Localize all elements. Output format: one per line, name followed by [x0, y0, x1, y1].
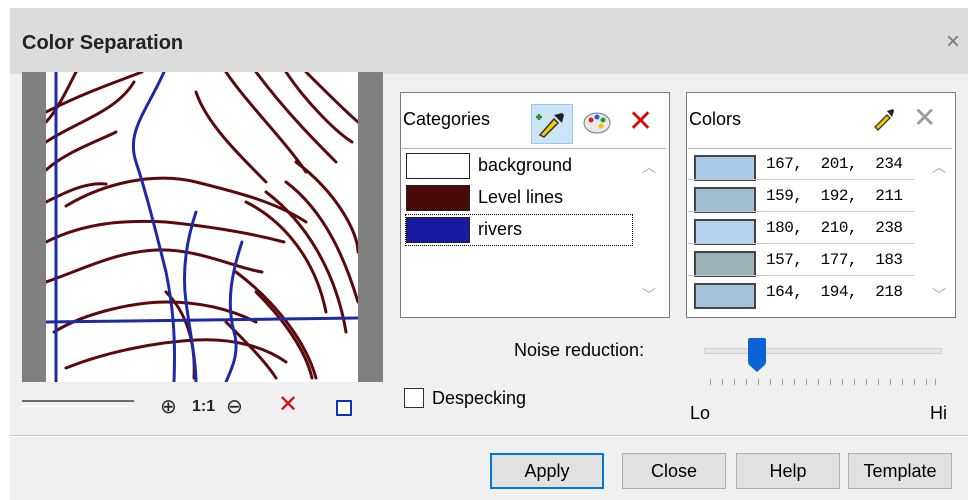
- help-button[interactable]: Help: [736, 453, 840, 489]
- category-label: rivers: [478, 219, 522, 239]
- color-value: 159, 192, 211: [766, 187, 903, 205]
- scroll-up-icon[interactable]: ︿: [932, 157, 946, 177]
- row-divider: [688, 243, 914, 244]
- title-bar: Color Separation ×: [10, 8, 968, 74]
- zoom-1to1-button[interactable]: 1:1: [192, 398, 215, 416]
- delete-icon[interactable]: ✕: [278, 390, 298, 419]
- separator: [10, 435, 968, 437]
- preview-image[interactable]: [22, 72, 383, 382]
- color-swatch[interactable]: [693, 218, 757, 246]
- color-swatch[interactable]: [693, 186, 757, 214]
- template-button[interactable]: Template: [848, 453, 952, 489]
- scroll-down-icon[interactable]: ﹀: [932, 285, 946, 305]
- pick-color-button[interactable]: [531, 104, 573, 144]
- noise-reduction-slider[interactable]: [704, 348, 942, 354]
- noise-reduction-label: Noise reduction:: [514, 340, 645, 360]
- zoom-out-icon[interactable]: ⊖: [226, 394, 243, 419]
- slider-lo-label: Lo: [690, 403, 711, 423]
- frame-icon[interactable]: [336, 400, 352, 416]
- row-divider: [688, 275, 914, 276]
- slider-hi-label: Hi: [930, 403, 947, 423]
- category-swatch: [406, 153, 470, 179]
- eyedropper-icon[interactable]: [871, 105, 897, 137]
- dialog-title: Color Separation: [22, 32, 184, 54]
- row-divider: [688, 211, 914, 212]
- categories-list[interactable]: background Level lines rivers ︿ ﹀: [402, 148, 666, 315]
- remove-category-icon[interactable]: ✕: [628, 104, 653, 139]
- color-value: 180, 210, 238: [766, 219, 903, 237]
- despeckling-checkbox[interactable]: [404, 388, 424, 408]
- list-item[interactable]: background: [406, 151, 632, 181]
- palette-icon[interactable]: [582, 110, 612, 142]
- list-item-selected[interactable]: rivers: [405, 214, 633, 246]
- color-value: 157, 177, 183: [766, 251, 903, 269]
- close-button[interactable]: Close: [622, 453, 726, 489]
- colors-list[interactable]: 167, 201, 234 159, 192, 211 180, 210, 23…: [688, 148, 952, 315]
- slider-ticks: [710, 379, 936, 385]
- color-swatch[interactable]: [693, 154, 757, 182]
- noise-slider-thumb[interactable]: [748, 338, 766, 372]
- category-swatch: [406, 217, 470, 243]
- category-swatch: [406, 185, 470, 211]
- color-swatch[interactable]: [693, 250, 757, 278]
- scroll-up-icon[interactable]: ︿: [642, 157, 656, 177]
- colors-header: Colors: [689, 109, 742, 129]
- apply-button[interactable]: Apply: [490, 453, 604, 489]
- eyedropper-icon: [536, 113, 564, 138]
- categories-header: Categories: [403, 109, 491, 129]
- row-divider: [688, 179, 914, 180]
- color-value: 167, 201, 234: [766, 155, 903, 173]
- zoom-in-icon[interactable]: ⊕: [160, 394, 177, 419]
- category-label: Level lines: [478, 187, 564, 207]
- zoom-slider[interactable]: [22, 400, 134, 407]
- color-value: 164, 194, 218: [766, 283, 903, 301]
- category-label: background: [478, 155, 573, 175]
- scroll-down-icon[interactable]: ﹀: [642, 285, 656, 305]
- color-swatch[interactable]: [693, 282, 757, 310]
- despeckling-label: Despecking: [432, 388, 527, 408]
- close-window-icon[interactable]: ×: [946, 28, 960, 56]
- remove-color-icon[interactable]: ✕: [913, 101, 936, 134]
- color-separation-dialog: Color Separation × ⊕ 1:1 ⊖ ✕ Categories …: [10, 8, 968, 500]
- list-item[interactable]: Level lines: [406, 183, 632, 213]
